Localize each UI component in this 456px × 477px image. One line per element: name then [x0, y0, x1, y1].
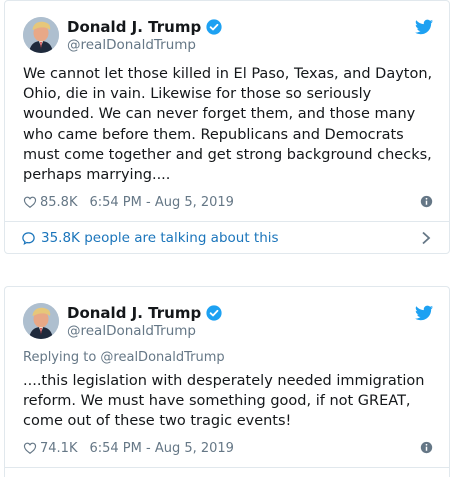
- tweet-card[interactable]: Donald J. Trump @realDonaldTrump We cann…: [4, 0, 450, 254]
- twitter-bird-icon[interactable]: [415, 305, 433, 321]
- author-name[interactable]: Donald J. Trump: [67, 304, 201, 322]
- tweet-header: Donald J. Trump @realDonaldTrump: [23, 17, 433, 53]
- author-handle[interactable]: @realDonaldTrump: [67, 37, 196, 53]
- conversation-link[interactable]: 35.8K people are talking about this: [21, 229, 435, 247]
- twitter-bird-icon[interactable]: [415, 19, 433, 35]
- tweet-card[interactable]: Donald J. Trump @realDonaldTrump Replyin…: [4, 286, 450, 477]
- heart-icon[interactable]: [23, 195, 37, 209]
- info-icon[interactable]: [420, 195, 433, 208]
- avatar[interactable]: [23, 17, 59, 53]
- verified-badge-icon: [206, 18, 222, 35]
- timestamp[interactable]: 6:54 PM - Aug 5, 2019: [89, 195, 233, 210]
- tweet-text: We cannot let those killed in El Paso, T…: [23, 66, 433, 184]
- like-count[interactable]: 85.8K: [40, 195, 77, 210]
- author-handle[interactable]: @realDonaldTrump: [67, 323, 196, 339]
- tweet-meta: 74.1K 6:54 PM - Aug 5, 2019: [23, 439, 433, 457]
- verified-badge-icon: [206, 304, 222, 321]
- tweet-meta: 85.8K 6:54 PM - Aug 5, 2019: [23, 193, 433, 211]
- info-icon[interactable]: [420, 441, 433, 454]
- tweet-header: Donald J. Trump @realDonaldTrump: [23, 303, 433, 339]
- divider: [5, 467, 449, 468]
- divider: [5, 221, 449, 222]
- heart-icon[interactable]: [23, 441, 37, 455]
- author-name[interactable]: Donald J. Trump: [67, 18, 201, 36]
- like-count[interactable]: 74.1K: [40, 441, 77, 456]
- talking-count-text[interactable]: 35.8K people are talking about this: [41, 230, 279, 246]
- chevron-right-icon[interactable]: [421, 231, 431, 245]
- avatar[interactable]: [23, 303, 59, 339]
- tweet-text: ....this legislation with desperately ne…: [23, 373, 425, 430]
- comment-bubble-icon: [22, 231, 35, 245]
- timestamp[interactable]: 6:54 PM - Aug 5, 2019: [89, 441, 233, 456]
- replying-to-label[interactable]: Replying to @realDonaldTrump: [23, 350, 225, 365]
